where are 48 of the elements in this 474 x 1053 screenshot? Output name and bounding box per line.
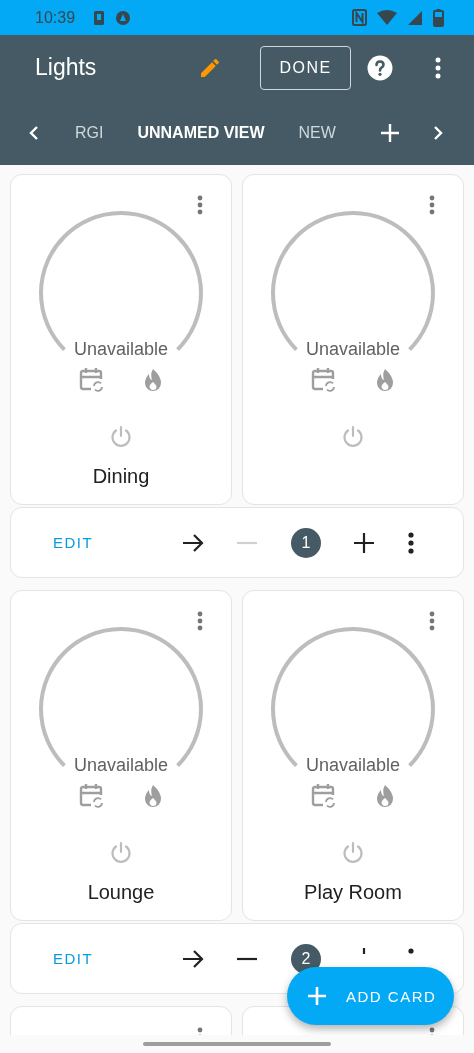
view-tab[interactable]: RGI — [39, 123, 121, 142]
clock: 10:39 — [35, 8, 76, 27]
edit-button[interactable]: EDIT — [48, 944, 99, 973]
nfc-icon — [352, 9, 367, 26]
plus-icon — [308, 987, 326, 1005]
power-icon[interactable] — [342, 841, 364, 865]
phone-icon — [93, 9, 106, 26]
chevron-left-icon[interactable] — [29, 124, 39, 141]
position-badge: 1 — [290, 527, 321, 558]
more-icon[interactable] — [408, 948, 414, 954]
card-title: Play Room — [304, 881, 402, 905]
calendar-sync-icon[interactable] — [311, 367, 337, 393]
chevron-right-icon[interactable] — [433, 124, 443, 141]
flame-icon[interactable] — [143, 368, 163, 392]
help-icon[interactable] — [367, 54, 393, 81]
view-tab[interactable]: NEW — [281, 123, 353, 142]
calendar-sync-icon[interactable] — [79, 783, 105, 809]
page-title: Lights — [35, 54, 97, 81]
arrow-right-icon[interactable] — [181, 532, 204, 553]
state-label: Unavailable — [304, 339, 402, 360]
app-icon — [115, 9, 132, 26]
arrow-right-icon[interactable] — [181, 948, 204, 969]
position-badge: 2 — [290, 943, 321, 974]
card-title: Dining — [92, 465, 150, 489]
done-button[interactable]: DONE — [260, 45, 351, 90]
add-view-icon[interactable] — [380, 123, 399, 142]
state-label: Unavailable — [72, 755, 170, 776]
state-label: Unavailable — [72, 339, 170, 360]
more-icon[interactable] — [408, 531, 414, 554]
card-title: Lounge — [87, 881, 155, 905]
more-icon[interactable] — [435, 56, 441, 79]
calendar-sync-icon[interactable] — [79, 367, 105, 393]
battery-icon — [433, 8, 444, 27]
view-tab[interactable]: UNNAMED VIEW — [120, 123, 282, 142]
add-card-button[interactable]: ADD CARD — [287, 967, 454, 1025]
power-icon[interactable] — [110, 841, 132, 865]
edit-button[interactable]: EDIT — [48, 528, 99, 557]
wifi-icon — [377, 9, 397, 26]
state-label: Unavailable — [304, 755, 402, 776]
signal-icon — [407, 9, 423, 26]
calendar-sync-icon[interactable] — [311, 783, 337, 809]
flame-icon[interactable] — [375, 368, 395, 392]
power-icon[interactable] — [110, 425, 132, 449]
minus-icon[interactable] — [237, 956, 258, 961]
flame-icon[interactable] — [375, 784, 395, 808]
flame-icon[interactable] — [143, 784, 163, 808]
power-icon[interactable] — [342, 425, 364, 449]
plus-icon[interactable] — [354, 532, 375, 553]
